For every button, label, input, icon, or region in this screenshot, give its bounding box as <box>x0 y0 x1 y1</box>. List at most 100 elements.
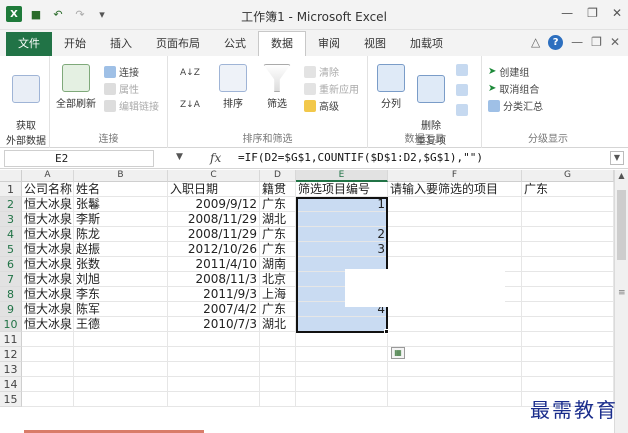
cell-e13[interactable] <box>296 362 388 377</box>
name-box-dropdown-icon[interactable]: ▼ <box>176 152 183 162</box>
cell-e3[interactable] <box>296 212 388 227</box>
cell-b4[interactable]: 陈龙 <box>74 227 168 242</box>
row-header-15[interactable]: 15 <box>0 392 22 407</box>
column-header-c[interactable]: C <box>168 170 260 182</box>
sort-asc-button[interactable]: A↓Z <box>180 68 200 78</box>
cell-c9[interactable]: 2007/4/2 <box>168 302 260 317</box>
spreadsheet-grid[interactable]: A B C D E F G 1 2 3 4 5 6 7 8 9 10 11 12… <box>0 170 628 433</box>
cell-g13[interactable] <box>522 362 614 377</box>
cell-e2[interactable]: 1 <box>296 197 388 212</box>
cell-a14[interactable] <box>22 377 74 392</box>
refresh-all-button[interactable]: 全部刷新 <box>54 64 98 110</box>
cell-f12[interactable] <box>388 347 522 362</box>
quick-analysis-icon[interactable]: ▦ <box>391 347 405 359</box>
minimize-workbook-icon[interactable]: — <box>571 35 583 50</box>
cell-f4[interactable] <box>388 227 522 242</box>
cell-a6[interactable]: 恒大冰泉 <box>22 257 74 272</box>
row-header-10[interactable]: 10 <box>0 317 22 332</box>
cell-b10[interactable]: 王德 <box>74 317 168 332</box>
cell-a15[interactable] <box>22 392 74 407</box>
cell-a12[interactable] <box>22 347 74 362</box>
cell-b14[interactable] <box>74 377 168 392</box>
row-header-8[interactable]: 8 <box>0 287 22 302</box>
cell-d12[interactable] <box>260 347 296 362</box>
cell-e12[interactable] <box>296 347 388 362</box>
cell-c14[interactable] <box>168 377 260 392</box>
tab-view[interactable]: 视图 <box>352 32 398 56</box>
cell-g3[interactable] <box>522 212 614 227</box>
cell-b15[interactable] <box>74 392 168 407</box>
column-header-e[interactable]: E <box>296 170 388 182</box>
cell-c3[interactable]: 2008/11/29 <box>168 212 260 227</box>
cell-a3[interactable]: 恒大冰泉 <box>22 212 74 227</box>
cell-c4[interactable]: 2008/11/29 <box>168 227 260 242</box>
row-header-4[interactable]: 4 <box>0 227 22 242</box>
cell-c5[interactable]: 2012/10/26 <box>168 242 260 257</box>
scroll-up-icon[interactable]: ▲ <box>615 170 628 182</box>
fill-handle[interactable] <box>384 329 389 334</box>
tab-file[interactable]: 文件 <box>6 32 52 56</box>
cell-b13[interactable] <box>74 362 168 377</box>
cell-e15[interactable] <box>296 392 388 407</box>
cell-g2[interactable] <box>522 197 614 212</box>
row-header-9[interactable]: 9 <box>0 302 22 317</box>
cell-g1[interactable]: 广东 <box>522 182 614 197</box>
cell-a7[interactable]: 恒大冰泉 <box>22 272 74 287</box>
row-header-13[interactable]: 13 <box>0 362 22 377</box>
get-external-data-button[interactable]: 获取 外部数据 <box>6 64 46 147</box>
cell-c1[interactable]: 入职日期 <box>168 182 260 197</box>
tab-formulas[interactable]: 公式 <box>212 32 258 56</box>
cell-a5[interactable]: 恒大冰泉 <box>22 242 74 257</box>
scroll-thumb[interactable] <box>617 190 626 260</box>
tab-page-layout[interactable]: 页面布局 <box>144 32 212 56</box>
close-workbook-icon[interactable]: ✕ <box>610 35 620 50</box>
cell-e5[interactable]: 3 <box>296 242 388 257</box>
filter-button[interactable]: 筛选 <box>260 64 294 110</box>
cell-g7[interactable] <box>522 272 614 287</box>
cell-c12[interactable] <box>168 347 260 362</box>
edit-links-button[interactable]: 编辑链接 <box>104 98 159 113</box>
cell-b11[interactable] <box>74 332 168 347</box>
column-header-f[interactable]: F <box>388 170 522 182</box>
cell-b12[interactable] <box>74 347 168 362</box>
cell-d10[interactable]: 湖北 <box>260 317 296 332</box>
cell-e1[interactable]: 筛选项目编号 <box>296 182 388 197</box>
cell-b7[interactable]: 刘旭 <box>74 272 168 287</box>
row-header-2[interactable]: 2 <box>0 197 22 212</box>
consolidate-button[interactable] <box>456 84 468 96</box>
tab-data[interactable]: 数据 <box>258 31 306 56</box>
cell-g9[interactable] <box>522 302 614 317</box>
cell-d15[interactable] <box>260 392 296 407</box>
data-validation-button[interactable] <box>456 64 468 76</box>
cell-b5[interactable]: 赵振 <box>74 242 168 257</box>
cell-c7[interactable]: 2008/11/3 <box>168 272 260 287</box>
cell-a9[interactable]: 恒大冰泉 <box>22 302 74 317</box>
cell-a10[interactable]: 恒大冰泉 <box>22 317 74 332</box>
cell-d1[interactable]: 籍贯 <box>260 182 296 197</box>
sort-button[interactable]: 排序 <box>216 64 250 110</box>
cell-d7[interactable]: 北京 <box>260 272 296 287</box>
cell-a11[interactable] <box>22 332 74 347</box>
cell-f11[interactable] <box>388 332 522 347</box>
cell-d5[interactable]: 广东 <box>260 242 296 257</box>
cell-d13[interactable] <box>260 362 296 377</box>
subtotal-button[interactable]: 分类汇总 <box>488 98 543 113</box>
formula-input[interactable]: =IF(D2=$G$1,COUNTIF($D$1:D2,$G$1),"") <box>238 151 483 164</box>
cell-b9[interactable]: 陈军 <box>74 302 168 317</box>
cell-c6[interactable]: 2011/4/10 <box>168 257 260 272</box>
cell-e11[interactable] <box>296 332 388 347</box>
select-all-corner[interactable] <box>0 170 22 182</box>
cell-c10[interactable]: 2010/7/3 <box>168 317 260 332</box>
cell-b3[interactable]: 李斯 <box>74 212 168 227</box>
close-icon[interactable]: ✕ <box>612 6 622 20</box>
expand-formula-bar-icon[interactable]: ▼ <box>610 151 624 165</box>
connections-button[interactable]: 连接 <box>104 64 139 79</box>
cell-f10[interactable] <box>388 317 522 332</box>
cell-c13[interactable] <box>168 362 260 377</box>
row-header-11[interactable]: 11 <box>0 332 22 347</box>
restore-workbook-icon[interactable]: ❐ <box>591 35 602 50</box>
cell-a13[interactable] <box>22 362 74 377</box>
cell-f3[interactable] <box>388 212 522 227</box>
cell-b6[interactable]: 张数 <box>74 257 168 272</box>
cell-d11[interactable] <box>260 332 296 347</box>
